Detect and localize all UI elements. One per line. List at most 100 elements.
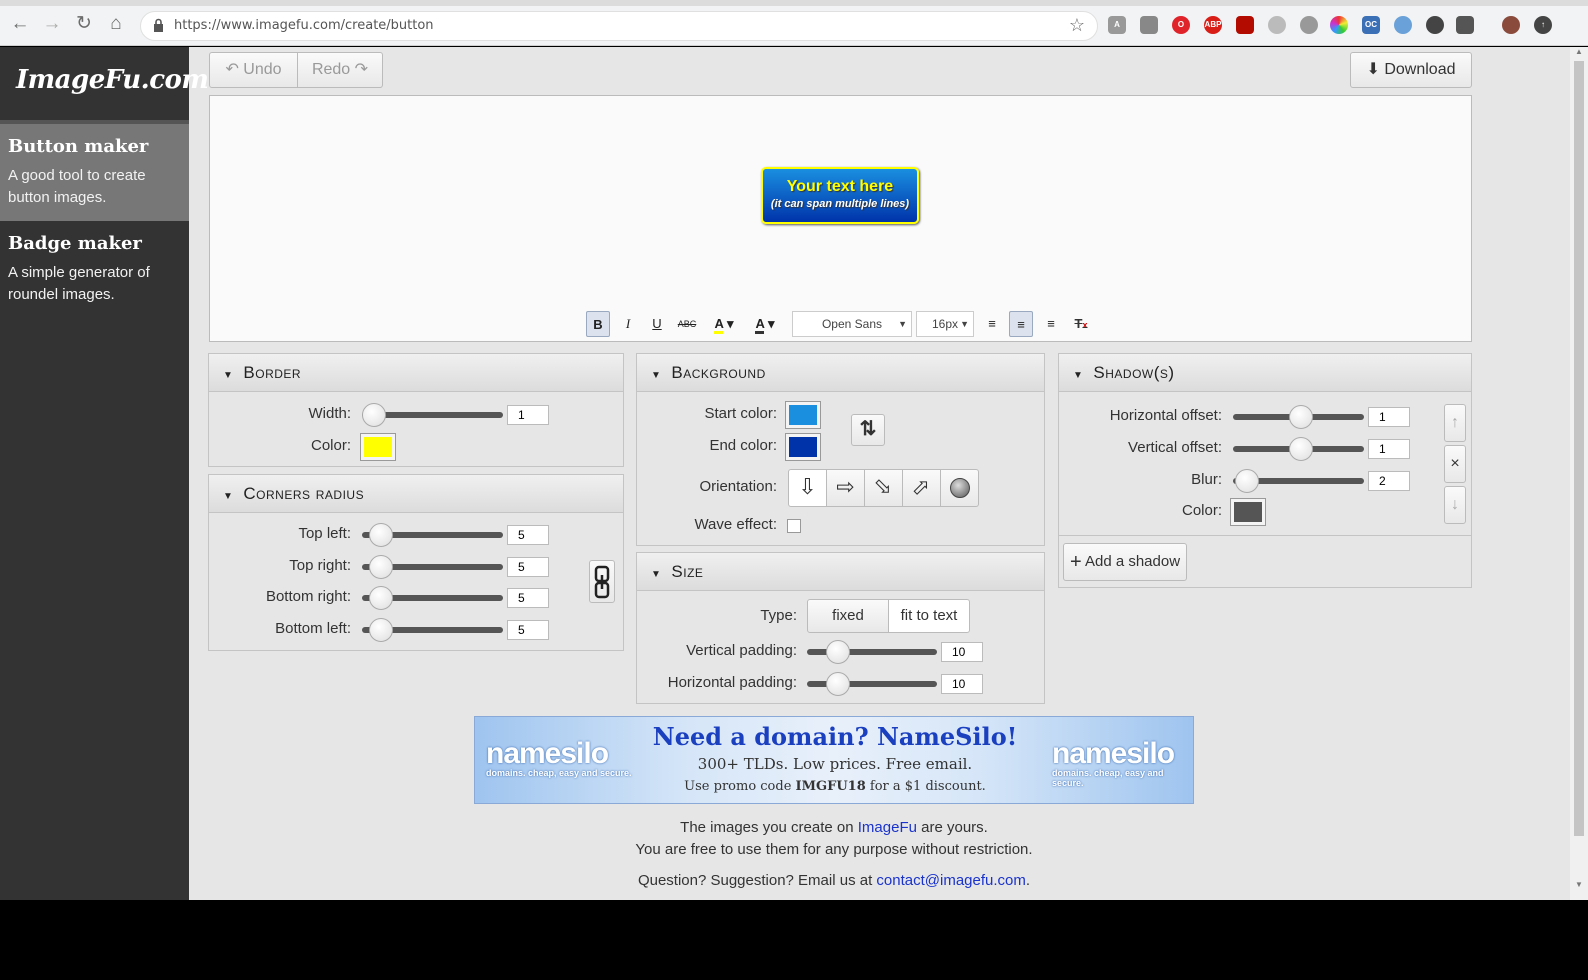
slider-knob[interactable] [369,555,393,579]
slider-knob[interactable] [362,403,386,427]
top-left-slider[interactable] [362,523,503,547]
reload-icon[interactable]: ↻ [72,12,96,36]
ext-icon[interactable] [1140,16,1158,34]
compass-icon[interactable] [1426,16,1444,34]
orientation-vertical-button[interactable]: ⇩ [788,469,827,507]
color-wheel-icon[interactable] [1330,16,1348,34]
orientation-diagonal-up-button[interactable]: ⇨ [902,469,941,507]
horizontal-offset-slider[interactable] [1233,405,1364,429]
blur-slider[interactable] [1233,469,1364,493]
size-panel-header[interactable]: ▼ Size [637,553,1044,591]
wave-effect-checkbox[interactable] [787,519,801,533]
slider-knob[interactable] [369,523,393,547]
bottom-left-slider[interactable] [362,618,503,642]
slider-knob[interactable] [826,640,850,664]
undo-button[interactable]: ↶ Undo [209,52,298,88]
remove-shadow-button[interactable]: × [1444,445,1466,483]
slider-knob[interactable] [1289,405,1313,429]
horizontal-padding-input[interactable]: 10 [941,674,983,694]
orientation-diagonal-down-button[interactable]: ⇨ [864,469,903,507]
back-icon[interactable]: ← [8,12,32,36]
orientation-radial-button[interactable] [940,469,979,507]
orientation-horizontal-button[interactable]: ⇨ [826,469,865,507]
top-right-input[interactable]: 5 [507,557,549,577]
slider-knob[interactable] [1289,437,1313,461]
type-fit-button[interactable]: fit to text [888,599,970,633]
font-family-select[interactable]: Open Sans ▼ [792,311,912,337]
shadow-color-swatch[interactable] [1230,498,1266,526]
pdf-icon[interactable] [1236,16,1254,34]
vertical-offset-slider[interactable] [1233,437,1364,461]
corners-panel-header[interactable]: ▼ Corners radius [209,475,623,513]
snowflake-icon[interactable] [1394,16,1412,34]
vertical-offset-input[interactable]: 1 [1368,439,1410,459]
scroll-up-icon[interactable]: ▲ [1570,47,1588,59]
move-shadow-down-button[interactable]: ↓ [1444,486,1466,524]
button-preview[interactable]: Your text here (it can span multiple lin… [761,167,919,224]
slider-knob[interactable] [826,672,850,696]
move-shadow-up-button[interactable]: ↑ [1444,404,1466,442]
slider-knob[interactable] [1235,469,1259,493]
border-panel-header[interactable]: ▼ Border [209,354,623,392]
highlight-color-button[interactable]: A ▾ [749,311,781,337]
scroll-down-icon[interactable]: ▼ [1570,880,1588,892]
update-icon[interactable]: ↑ [1534,16,1552,34]
translate-icon[interactable]: A [1108,16,1126,34]
address-bar[interactable]: https://www.imagefu.com/create/button ☆ [140,11,1098,41]
italic-button[interactable]: I [616,311,640,337]
top-left-input[interactable]: 5 [507,525,549,545]
bookmark-star-icon[interactable]: ☆ [1069,15,1085,36]
bottom-right-input[interactable]: 5 [507,588,549,608]
underline-button[interactable]: U [645,311,669,337]
background-panel-header[interactable]: ▼ Background [637,354,1044,392]
slider-knob[interactable] [369,618,393,642]
circle-icon[interactable] [1300,16,1318,34]
sidebar-item-button-maker[interactable]: Button maker A good tool to create butto… [0,124,189,221]
start-color-swatch[interactable] [785,401,821,429]
vertical-padding-slider[interactable] [807,640,937,664]
site-logo[interactable]: ImageFu.com [0,47,209,124]
home-icon[interactable]: ⌂ [104,12,128,36]
avatar-icon[interactable] [1502,16,1520,34]
download-button[interactable]: ⬇ Download [1350,52,1472,88]
scrollbar-thumb[interactable] [1574,61,1584,836]
align-right-icon[interactable]: ≡ [1039,311,1063,337]
sidebar-item-badge-maker[interactable]: Badge maker A simple generator of rounde… [0,221,189,318]
top-right-slider[interactable] [362,555,503,579]
record-icon[interactable] [1268,16,1286,34]
shadow-panel-header[interactable]: ▼ Shadow(s) [1059,354,1471,392]
bold-button[interactable]: B [586,311,610,337]
slider-knob[interactable] [369,586,393,610]
align-left-icon[interactable]: ≡ [980,311,1004,337]
oc-icon[interactable]: OC [1362,16,1380,34]
clear-format-icon[interactable]: Tx [1069,311,1093,337]
vertical-padding-input[interactable]: 10 [941,642,983,662]
horizontal-offset-input[interactable]: 1 [1368,407,1410,427]
align-center-icon[interactable]: ≡ [1009,311,1033,337]
bottom-right-slider[interactable] [362,586,503,610]
strikethrough-button[interactable]: ABC [675,311,699,337]
border-width-slider[interactable] [362,403,503,427]
opera-icon[interactable]: O [1172,16,1190,34]
border-color-swatch[interactable] [360,433,396,461]
font-size-select[interactable]: 16px ▼ [916,311,974,337]
contact-email-link[interactable]: contact@imagefu.com [876,872,1025,889]
namesilo-ad-banner[interactable]: namesilo domains. cheap, easy and secure.… [474,716,1194,804]
preview-line-1[interactable]: Your text here [763,178,917,196]
forward-icon[interactable]: → [40,12,64,36]
page-scrollbar[interactable]: ▲ ▼ [1570,47,1588,900]
adblock-icon[interactable]: ABP [1204,16,1222,34]
type-fixed-button[interactable]: fixed [807,599,889,633]
border-width-input[interactable]: 1 [507,405,549,425]
blur-input[interactable]: 2 [1368,471,1410,491]
crown-icon[interactable] [1456,16,1474,34]
horizontal-padding-slider[interactable] [807,672,937,696]
link-corners-button[interactable] [589,560,615,603]
imagefu-link[interactable]: ImageFu [858,819,917,836]
end-color-swatch[interactable] [785,433,821,461]
bottom-left-input[interactable]: 5 [507,620,549,640]
redo-button[interactable]: Redo ↷ [297,52,383,88]
add-shadow-button[interactable]: + Add a shadow [1063,543,1187,581]
swap-colors-button[interactable]: ⇅ [851,414,885,446]
text-color-button[interactable]: A ▾ [708,311,740,337]
